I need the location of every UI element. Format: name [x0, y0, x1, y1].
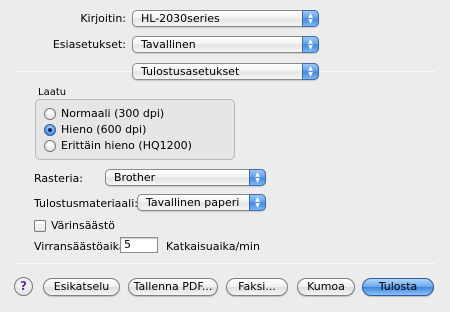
help-icon[interactable]: ? — [14, 277, 33, 296]
popup-arrows-icon: ▲ ▼ — [302, 10, 319, 27]
raster-label: Rasteria: — [34, 172, 83, 185]
raster-value: Brother — [114, 171, 156, 184]
sleep-label: Virransäästöaika: — [34, 240, 130, 253]
quality-radio-normal[interactable] — [44, 108, 56, 120]
cancel-button[interactable]: Kumoa — [297, 278, 355, 296]
presets-label: Esiasetukset: — [52, 38, 126, 51]
quality-option-label: Normaali (300 dpi) — [61, 107, 165, 120]
preview-button[interactable]: Esikatselu — [43, 278, 120, 296]
panel-popup[interactable]: Tulostusasetukset ▲ ▼ — [132, 63, 319, 80]
media-label: Tulostusmateriaali: — [34, 197, 138, 210]
presets-value: Tavallinen — [141, 38, 196, 51]
media-popup[interactable]: Tavallinen paperi ▲ ▼ — [137, 194, 266, 211]
popup-arrows-icon: ▲ ▼ — [249, 169, 266, 186]
panel-value: Tulostusasetukset — [141, 65, 240, 78]
quality-radio-fine[interactable] — [44, 124, 56, 136]
popup-arrows-icon: ▲ ▼ — [249, 194, 266, 211]
fax-button[interactable]: Faksi... — [226, 278, 288, 296]
toner-save-checkbox[interactable] — [34, 220, 46, 232]
media-value: Tavallinen paperi — [146, 196, 240, 209]
printer-value: HL-2030series — [141, 12, 220, 25]
bottom-separator — [15, 263, 435, 264]
sleep-unit-label: Katkaisuaika/min — [166, 240, 260, 253]
popup-arrows-icon: ▲ ▼ — [302, 36, 319, 53]
save-pdf-button[interactable]: Tallenna PDF... — [128, 278, 218, 296]
toner-save-label: Värinsäästö — [51, 219, 115, 232]
popup-arrows-icon: ▲ ▼ — [302, 63, 319, 80]
printer-label: Kirjoitin: — [80, 12, 126, 25]
sleep-time-field[interactable]: 5 — [120, 237, 158, 253]
printer-popup[interactable]: HL-2030series ▲ ▼ — [132, 10, 319, 27]
print-button[interactable]: Tulosta — [362, 278, 434, 296]
quality-option-label: Hieno (600 dpi) — [61, 123, 147, 136]
presets-popup[interactable]: Tavallinen ▲ ▼ — [132, 36, 319, 53]
quality-option-label: Erittäin hieno (HQ1200) — [61, 139, 192, 152]
quality-title: Laatu — [38, 87, 67, 98]
quality-radio-superfine[interactable] — [44, 140, 56, 152]
raster-popup[interactable]: Brother ▲ ▼ — [105, 169, 266, 186]
